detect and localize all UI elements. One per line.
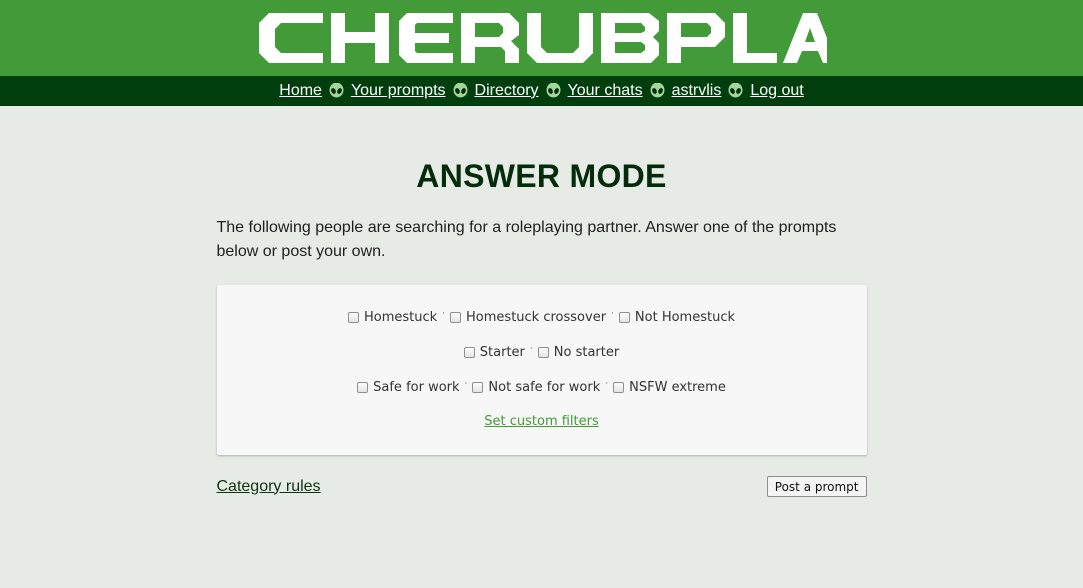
checkbox[interactable] [618,311,630,323]
nav-your-chats[interactable]: Your chats [568,82,643,100]
site-header [0,0,1083,76]
filter-nsfw-extreme[interactable]: NSFW extreme [613,380,726,395]
filter-label: No starter [553,344,620,360]
filter-homestuck[interactable]: Homestuck [347,309,438,325]
filter-no-starter[interactable]: No starter [537,344,620,360]
filter-starter[interactable]: Starter [463,344,525,360]
nav-log-out[interactable]: Log out [750,82,803,100]
filter-homestuck-crossover[interactable]: Homestuck crossover [450,310,606,325]
nav-home[interactable]: Home [279,82,322,100]
page-title: ANSWER MODE [416,158,667,194]
filter-row-fandom: Homestuck · Homestuck crossover · Not Ho… [217,307,867,327]
filter-sfw[interactable]: Safe for work [357,379,460,395]
checkbox[interactable] [537,346,549,358]
filter-row-starter: Starter · No starter [217,342,867,362]
checkbox[interactable] [450,311,462,323]
alien-head-icon [453,83,468,99]
alien-head-icon [546,83,561,99]
nav-your-prompts[interactable]: Your prompts [351,82,446,100]
site-logo[interactable] [257,9,827,67]
main-content: ANSWER MODE The following people are sea… [216,158,867,497]
category-rules-link[interactable]: Category rules [217,478,321,496]
checkbox[interactable] [613,381,625,393]
checkbox[interactable] [347,311,359,323]
intro-text: The following people are searching for a… [216,219,837,260]
filter-label: NSFW extreme [629,379,726,395]
checkbox[interactable] [357,381,369,393]
filter-panel: Homestuck · Homestuck crossover · Not Ho… [216,285,867,455]
nav-username[interactable]: astrvlis [672,82,722,100]
filter-separator: · [464,379,468,389]
set-custom-filters-link[interactable]: Set custom filters [484,414,599,429]
bottom-actions: Category rules Post a prompt [217,476,867,497]
filter-row-maturity: Safe for work · Not safe for work · NSFW… [217,377,867,397]
main-nav: Home Your prompts Directory Your chats a… [0,76,1083,106]
filter-label: Not safe for work [488,379,601,395]
checkbox[interactable] [463,346,475,358]
post-prompt-button[interactable]: Post a prompt [766,476,867,497]
filter-label: Homestuck crossover [466,309,607,325]
filter-separator: · [611,309,614,319]
filter-label: Safe for work [373,379,460,395]
checkbox[interactable] [472,381,484,393]
nav-directory[interactable]: Directory [475,82,539,100]
filter-separator: · [605,379,609,389]
filter-label: Starter [479,344,525,360]
filter-not-homestuck[interactable]: Not Homestuck [618,309,736,325]
alien-head-icon [650,83,665,99]
logo-wordmark [258,13,827,63]
filter-label: Homestuck [363,309,438,325]
custom-filters-row: Set custom filters [217,412,867,432]
alien-head-icon [728,83,743,99]
filter-nsfw[interactable]: Not safe for work [472,380,600,395]
filter-separator: · [442,309,446,319]
filter-label: Not Homestuck [634,309,736,325]
filter-separator: · [529,344,533,354]
alien-head-icon [329,83,344,99]
